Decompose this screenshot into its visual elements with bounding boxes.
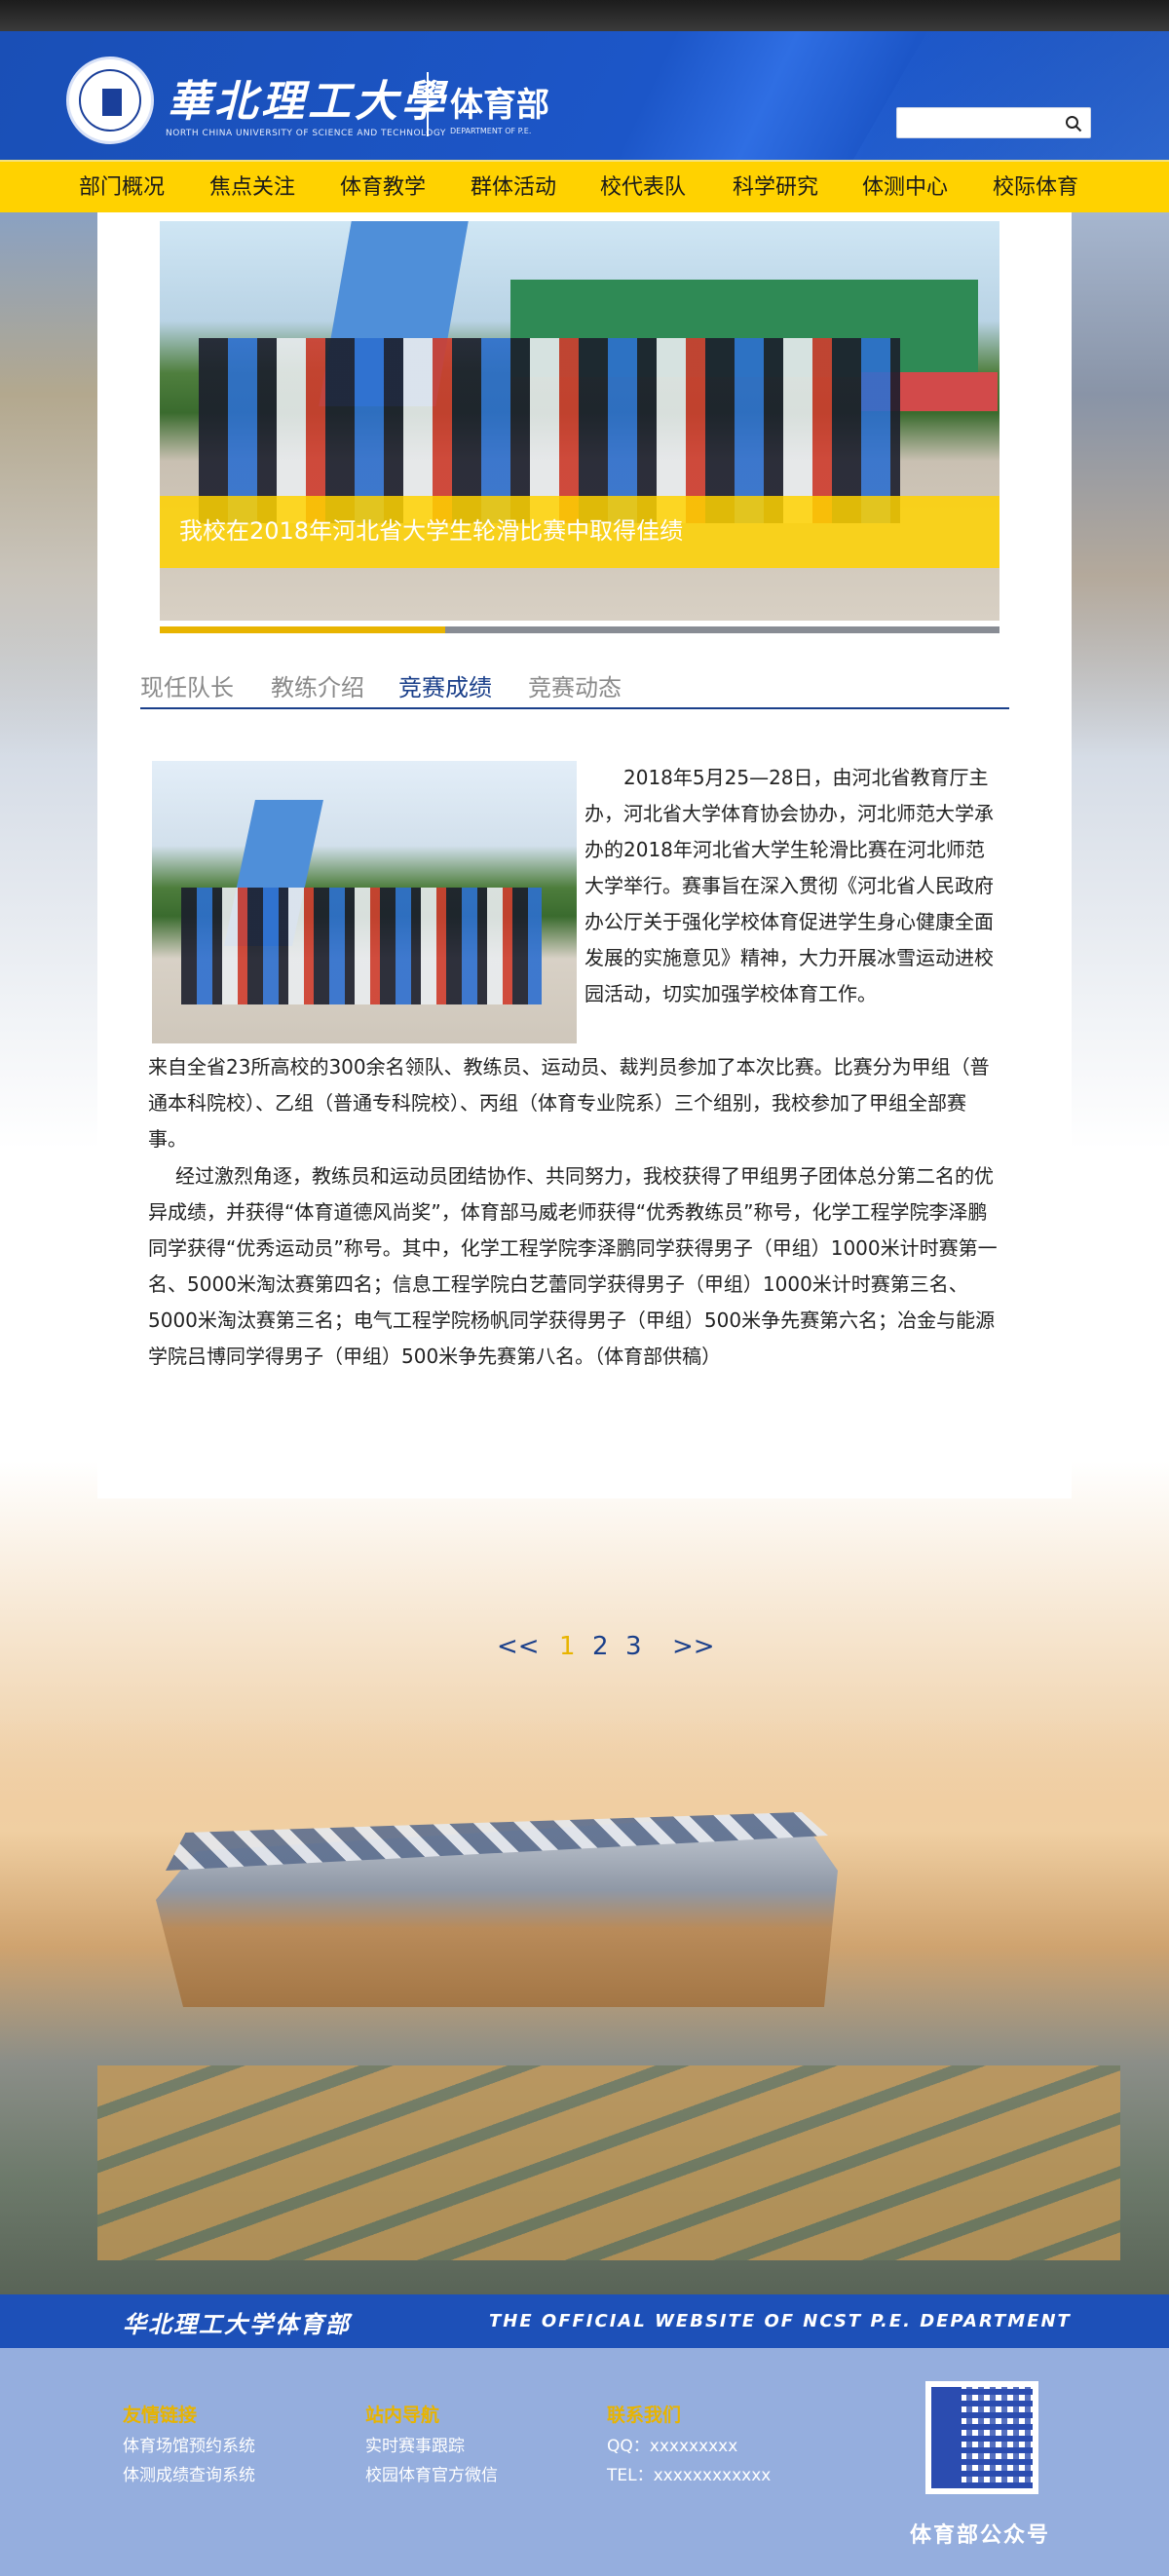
qr-code-label: 体育部公众号 — [910, 2523, 1051, 2548]
stadium-illustration — [0, 1715, 1169, 2294]
footer-contact-title: 联系我们 — [607, 2405, 682, 2426]
backdrop-scenery-left — [0, 212, 97, 758]
department-name-en: DEPARTMENT OF P.E. — [450, 127, 532, 135]
footer-contact-qq: QQ：xxxxxxxxx — [607, 2437, 738, 2456]
article-photo-team — [181, 888, 542, 1004]
article-paragraph-3: 经过激烈角逐，教练员和运动员团结协作、共同努力，我校获得了甲组男子团体总分第二名… — [148, 1164, 998, 1368]
seal-core — [102, 89, 122, 116]
pagination-prev[interactable]: << — [497, 1632, 540, 1661]
footer-link-venue-booking[interactable]: 体育场馆预约系统 — [123, 2432, 255, 2456]
tab-competition-news[interactable]: 竞赛动态 — [528, 668, 622, 702]
site-header: 華北理工大學 NORTH CHINA UNIVERSITY OF SCIENCE… — [0, 31, 1169, 160]
header-light-streak — [803, 31, 1169, 160]
tab-bar: 现任队长 教练介绍 竞赛成绩 竞赛动态 — [140, 663, 1009, 709]
qr-code-icon[interactable] — [925, 2381, 1038, 2494]
nav-item-school-teams[interactable]: 校代表队 — [600, 162, 686, 214]
pagination-page-1[interactable]: 1 — [559, 1632, 576, 1661]
nav-item-focus[interactable]: 焦点关注 — [209, 162, 295, 214]
tab-competition-results[interactable]: 竞赛成绩 — [398, 668, 492, 702]
pagination: << 1 2 3 >> — [0, 1632, 1169, 1671]
article-paragraph-2: 来自全省23所高校的300余名领队、教练员、运动员、裁判员参加了本次比赛。比赛分… — [148, 1055, 990, 1151]
pagination-page-2[interactable]: 2 — [592, 1632, 609, 1661]
footer-link-fitness-scores[interactable]: 体测成绩查询系统 — [123, 2461, 255, 2485]
banner-slide[interactable]: 我校在2018年河北省大学生轮滑比赛中取得佳绩 — [160, 221, 999, 621]
pagination-page-3[interactable]: 3 — [625, 1632, 642, 1661]
pagination-next[interactable]: >> — [672, 1632, 715, 1661]
department-name[interactable]: 体育部 — [450, 78, 549, 126]
nav-item-group-activities[interactable]: 群体活动 — [471, 162, 556, 214]
university-name[interactable]: 華北理工大學 — [168, 66, 448, 129]
banner-progress[interactable] — [160, 626, 999, 633]
footer-link-wechat[interactable]: 校园体育官方微信 — [365, 2461, 498, 2485]
footer-link-live-tracking[interactable]: 实时赛事跟踪 — [365, 2432, 465, 2456]
nav-item-intercollegiate[interactable]: 校际体育 — [993, 162, 1078, 214]
backdrop-scenery-right — [1072, 212, 1169, 758]
banner-caption[interactable]: 我校在2018年河北省大学生轮滑比赛中取得佳绩 — [179, 511, 683, 546]
article-paragraph-1: 2018年5月25—28日，由河北省教育厅主办，河北省大学体育协会协办，河北师范… — [584, 766, 994, 1005]
footer-sitenav-title: 站内导航 — [365, 2405, 440, 2426]
nav-item-research[interactable]: 科学研究 — [733, 162, 818, 214]
main-nav: 部门概况 焦点关注 体育教学 群体活动 校代表队 科学研究 体测中心 校际体育 — [0, 160, 1169, 212]
tab-coach-intro[interactable]: 教练介绍 — [271, 668, 364, 702]
tab-current-captain[interactable]: 现任队长 — [140, 668, 234, 702]
footer-links-title: 友情链接 — [123, 2405, 198, 2426]
university-seal-icon[interactable] — [66, 57, 154, 144]
search-input[interactable] — [897, 108, 1053, 137]
search-box — [896, 107, 1091, 138]
nav-item-department-overview[interactable]: 部门概况 — [79, 162, 165, 214]
article-photo — [152, 761, 577, 1043]
university-name-en: NORTH CHINA UNIVERSITY OF SCIENCE AND TE… — [166, 129, 446, 138]
banner-progress-active — [160, 626, 446, 633]
qr-code-pattern — [931, 2387, 1033, 2488]
seal-ring — [79, 69, 141, 132]
nav-item-fitness-test[interactable]: 体测中心 — [862, 162, 948, 214]
footer-title-en: THE OFFICIAL WEBSITE OF NCST P.E. DEPART… — [489, 2311, 1072, 2331]
stadium-grounds — [97, 2065, 1120, 2260]
top-bar — [0, 0, 1169, 31]
search-icon[interactable] — [1065, 115, 1082, 133]
footer-contact-tel: TEL：xxxxxxxxxxxx — [607, 2466, 772, 2485]
footer-title-cn: 华北理工大学体育部 — [123, 2311, 351, 2338]
logo-divider — [427, 72, 429, 136]
nav-item-pe-teaching[interactable]: 体育教学 — [340, 162, 426, 214]
